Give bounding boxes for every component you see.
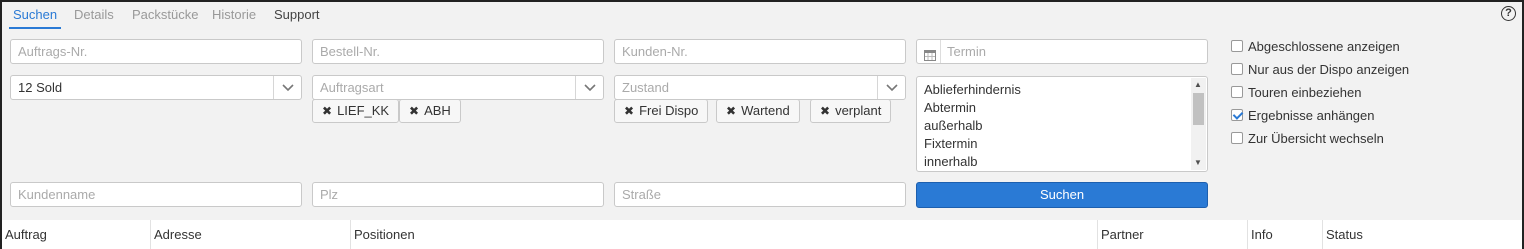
calendar-icon — [924, 45, 936, 68]
remove-icon[interactable]: ✖ — [624, 104, 634, 118]
search-button[interactable]: Suchen — [916, 182, 1208, 208]
sold-select-value: 12 Sold — [18, 80, 63, 95]
auftragsart-placeholder: Auftragsart — [320, 80, 384, 95]
active-tab-indicator — [9, 27, 61, 29]
tab-details[interactable]: Details — [74, 7, 114, 22]
tab-packstuecke[interactable]: Packstücke — [132, 7, 198, 22]
termin-type-listbox[interactable]: Ablieferhindernis Abtermin außerhalb Fix… — [916, 76, 1208, 172]
listbox-scrollbar[interactable]: ▲ ▼ — [1191, 78, 1206, 170]
auftragsart-select[interactable]: Auftragsart — [312, 75, 604, 100]
chevron-down-icon[interactable] — [877, 76, 905, 99]
help-icon[interactable]: ? — [1501, 6, 1516, 21]
tab-bar: Suchen Details Packstücke Historie Suppo… — [2, 2, 1522, 30]
kundenname-input[interactable]: Kundenname — [10, 182, 302, 207]
chip-wartend[interactable]: ✖ Wartend — [716, 99, 800, 123]
zustand-placeholder: Zustand — [622, 80, 669, 95]
auftrags-nr-input[interactable]: Auftrags-Nr. — [10, 39, 302, 64]
remove-icon[interactable]: ✖ — [322, 104, 332, 118]
remove-icon[interactable]: ✖ — [409, 104, 419, 118]
checkbox-nur-dispo[interactable]: Nur aus der Dispo anzeigen — [1231, 60, 1409, 78]
checkbox-uebersicht[interactable]: Zur Übersicht wechseln — [1231, 129, 1384, 147]
checkbox-box[interactable] — [1231, 63, 1243, 75]
results-table-header: Auftrag Adresse Positionen Partner Info … — [2, 220, 1522, 249]
tab-historie[interactable]: Historie — [212, 7, 256, 22]
tab-support[interactable]: Support — [274, 7, 320, 22]
chip-abh[interactable]: ✖ ABH — [399, 99, 461, 123]
column-adresse[interactable]: Adresse — [150, 220, 350, 249]
checkbox-ergebnisse-anhaengen[interactable]: Ergebnisse anhängen — [1231, 106, 1375, 124]
zustand-select[interactable]: Zustand — [614, 75, 906, 100]
chip-verplant[interactable]: ✖ verplant — [810, 99, 892, 123]
plz-input[interactable]: Plz — [312, 182, 604, 207]
remove-icon[interactable]: ✖ — [726, 104, 736, 118]
checkbox-box[interactable] — [1231, 86, 1243, 98]
bestell-nr-input[interactable]: Bestell-Nr. — [312, 39, 604, 64]
column-info[interactable]: Info — [1247, 220, 1322, 249]
checkbox-box[interactable] — [1231, 40, 1243, 52]
scroll-down-icon[interactable]: ▼ — [1194, 158, 1202, 167]
list-item[interactable]: Ablieferhindernis — [924, 82, 1021, 97]
sold-select[interactable]: 12 Sold — [10, 75, 302, 100]
scroll-up-icon[interactable]: ▲ — [1194, 80, 1202, 89]
remove-icon[interactable]: ✖ — [820, 104, 830, 118]
column-auftrag[interactable]: Auftrag — [2, 220, 150, 249]
checkbox-abgeschlossene[interactable]: Abgeschlossene anzeigen — [1231, 37, 1400, 55]
tab-suchen[interactable]: Suchen — [13, 7, 57, 22]
scrollbar-thumb[interactable] — [1193, 93, 1204, 125]
checkbox-checked[interactable] — [1231, 109, 1243, 121]
list-item[interactable]: Fixtermin — [924, 136, 977, 151]
list-item[interactable]: innerhalb — [924, 154, 978, 169]
chevron-down-icon[interactable] — [575, 76, 603, 99]
chip-lief-kk[interactable]: ✖ LIEF_KK — [312, 99, 400, 123]
list-item[interactable]: außerhalb — [924, 118, 983, 133]
list-item[interactable]: Abtermin — [924, 100, 976, 115]
column-positionen[interactable]: Positionen — [350, 220, 1097, 249]
order-search-panel: Suchen Details Packstücke Historie Suppo… — [0, 0, 1524, 249]
strasse-input[interactable]: Straße — [614, 182, 906, 207]
column-status[interactable]: Status — [1322, 220, 1522, 249]
chevron-down-icon[interactable] — [273, 76, 301, 99]
calendar-divider — [940, 40, 941, 63]
kunden-nr-input[interactable]: Kunden-Nr. — [614, 39, 906, 64]
chip-frei-dispo[interactable]: ✖ Frei Dispo — [614, 99, 709, 123]
checkbox-touren[interactable]: Touren einbeziehen — [1231, 83, 1361, 101]
checkbox-box[interactable] — [1231, 132, 1243, 144]
termin-input[interactable]: Termin — [916, 39, 1208, 64]
column-partner[interactable]: Partner — [1097, 220, 1247, 249]
